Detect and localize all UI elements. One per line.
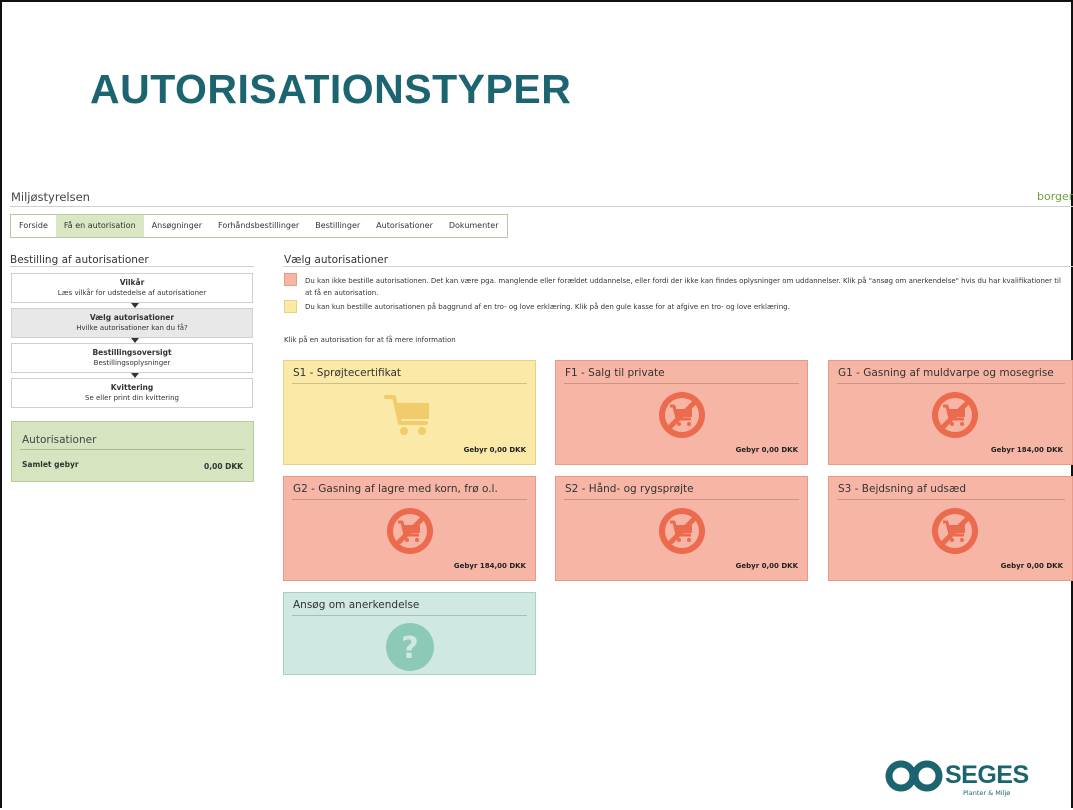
tile-divider — [564, 383, 799, 384]
main-divider — [283, 266, 1073, 267]
summary-title: Autorisationer — [22, 434, 97, 446]
legend-red-swatch — [284, 273, 297, 286]
tile-divider — [292, 499, 527, 500]
site-name: Miljøstyrelsen — [11, 190, 90, 204]
tab-forside[interactable]: Forside — [11, 215, 56, 237]
tile-title: G2 - Gasning af lagre med korn, frø o.l. — [293, 483, 498, 495]
tile-fee: Gebyr 0,00 DKK — [463, 446, 526, 454]
step-vilkaar[interactable]: Vilkår Læs vilkår for udstedelse af auto… — [11, 273, 253, 303]
tab-bestillinger[interactable]: Bestillinger — [307, 215, 368, 237]
step-subtitle: Hvilke autorisationer kan du få? — [76, 324, 188, 332]
no-cart-icon — [932, 392, 978, 438]
tile-s1[interactable]: S1 - Sprøjtecertifikat Gebyr 0,00 DKK — [283, 360, 536, 465]
no-cart-icon — [659, 392, 705, 438]
main-title: Vælg autorisationer — [284, 254, 389, 266]
step-vaelg-autorisationer[interactable]: Vælg autorisationer Hvilke autorisatione… — [11, 308, 253, 338]
step-kvittering[interactable]: Kvittering Se eller print din kvittering — [11, 378, 253, 408]
tile-divider — [564, 499, 799, 500]
tile-divider — [292, 383, 527, 384]
tiles-hint: Klik på en autorisation for at få mere i… — [284, 336, 456, 344]
tile-fee: Gebyr 0,00 DKK — [735, 562, 798, 570]
step-subtitle: Bestillingsoplysninger — [93, 359, 171, 367]
tile-title: S2 - Hånd- og rygsprøjte — [565, 483, 694, 495]
tile-fee: Gebyr 0,00 DKK — [735, 446, 798, 454]
summary-divider — [20, 449, 245, 450]
tile-fee: Gebyr 184,00 DKK — [453, 562, 526, 570]
tab-faa-en-autorisation[interactable]: Få en autorisation — [55, 215, 144, 237]
tab-forhaandsbestillinger[interactable]: Forhåndsbestillinger — [210, 215, 307, 237]
main-nav: Forside Få en autorisation Ansøgninger F… — [10, 214, 508, 238]
no-cart-icon — [932, 508, 978, 554]
no-cart-icon — [659, 508, 705, 554]
sidebar-divider — [10, 266, 254, 267]
tile-g1[interactable]: G1 - Gasning af muldvarpe og mosegrise G… — [828, 360, 1073, 465]
tile-divider — [292, 615, 527, 616]
tile-fee: Gebyr 0,00 DKK — [1000, 562, 1063, 570]
tile-s3[interactable]: S3 - Bejdsning af udsæd Gebyr 0,00 DKK — [828, 476, 1073, 581]
tile-title: F1 - Salg til private — [565, 367, 665, 379]
header-divider — [10, 206, 1073, 207]
step-title: Vilkår — [119, 278, 145, 287]
no-cart-icon — [387, 508, 433, 554]
legend-yellow-swatch — [284, 300, 297, 313]
tile-title: G1 - Gasning af muldvarpe og mosegrise — [838, 367, 1054, 379]
tile-s2[interactable]: S2 - Hånd- og rygsprøjte Gebyr 0,00 DKK — [555, 476, 808, 581]
tile-divider — [837, 499, 1065, 500]
tile-title: S1 - Sprøjtecertifikat — [293, 367, 402, 379]
step-title: Bestillingsoversigt — [92, 348, 172, 357]
tile-g2[interactable]: G2 - Gasning af lagre med korn, frø o.l.… — [283, 476, 536, 581]
svg-text:?: ? — [401, 631, 418, 666]
tile-fee: Gebyr 184,00 DKK — [990, 446, 1063, 454]
cart-icon — [384, 395, 429, 435]
step-subtitle: Se eller print din kvittering — [85, 394, 179, 402]
tile-title: S3 - Bejdsning af udsæd — [838, 483, 966, 495]
step-subtitle: Læs vilkår for udstedelse af autorisatio… — [57, 289, 207, 297]
slide-title: AUTORISATIONSTYPER — [90, 66, 572, 112]
tab-dokumenter[interactable]: Dokumenter — [441, 215, 507, 237]
site-link[interactable]: borger.d — [1037, 190, 1073, 203]
question-icon: ? — [386, 623, 434, 671]
autorisationer-summary-box: Autorisationer Samlet gebyr 0,00 DKK — [11, 421, 254, 482]
tile-ansoeg-om-anerkendelse[interactable]: Ansøg om anerkendelse ? — [283, 592, 536, 675]
logo-wordmark: SEGES — [945, 761, 1029, 789]
legend-yellow-text: Du kan kun bestille autorisationen på ba… — [305, 303, 790, 311]
summary-label: Samlet gebyr — [22, 460, 79, 469]
step-bestillingsoversigt[interactable]: Bestillingsoversigt Bestillingsoplysning… — [11, 343, 253, 373]
legend-red-text: Du kan ikke bestille autorisationen. Det… — [305, 277, 1061, 297]
tile-f1[interactable]: F1 - Salg til private Gebyr 0,00 DKK — [555, 360, 808, 465]
tile-divider — [837, 383, 1065, 384]
tab-autorisationer[interactable]: Autorisationer — [368, 215, 441, 237]
tab-ansoegninger[interactable]: Ansøgninger — [144, 215, 210, 237]
tile-title: Ansøg om anerkendelse — [293, 599, 420, 611]
step-title: Kvittering — [110, 383, 154, 392]
step-title: Vælg autorisationer — [89, 313, 175, 322]
logo-subtitle: Planter & Miljø — [963, 789, 1011, 797]
sidebar-title: Bestilling af autorisationer — [10, 254, 149, 266]
summary-total: 0,00 DKK — [204, 462, 243, 471]
